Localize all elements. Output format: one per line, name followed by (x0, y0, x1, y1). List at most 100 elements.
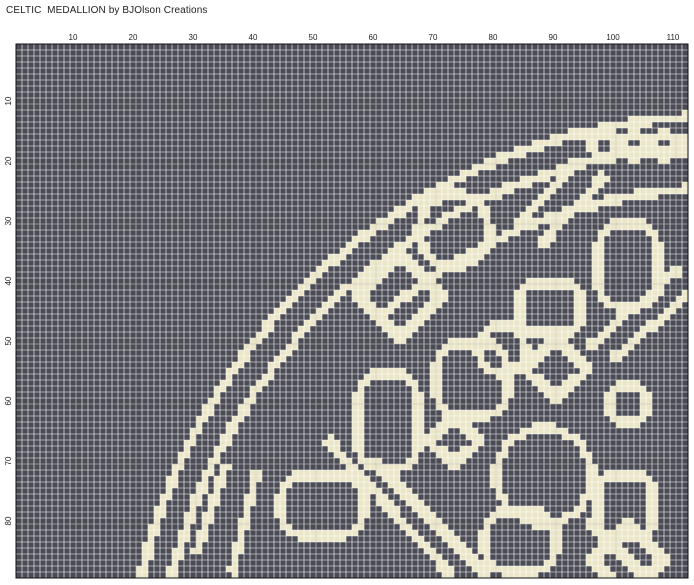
open-cell (574, 206, 580, 212)
open-cell (442, 260, 448, 266)
open-cell (412, 446, 418, 452)
open-cell (196, 548, 202, 554)
open-cell (478, 440, 484, 446)
open-cell (592, 128, 598, 134)
open-cell (538, 146, 544, 152)
open-cell (196, 422, 202, 428)
open-cell (454, 464, 460, 470)
open-cell (436, 188, 442, 194)
open-cell (646, 512, 652, 518)
open-cell (526, 428, 532, 434)
open-cell (670, 134, 676, 140)
open-cell (502, 356, 508, 362)
open-cell (586, 188, 592, 194)
open-cell (574, 440, 580, 446)
open-cell (430, 512, 436, 518)
open-cell (514, 146, 520, 152)
open-cell (418, 542, 424, 548)
open-cell (358, 416, 364, 422)
open-cell (658, 314, 664, 320)
open-cell (634, 122, 640, 128)
open-cell (436, 566, 442, 572)
open-cell (598, 290, 604, 296)
open-cell (556, 392, 562, 398)
open-cell (628, 194, 634, 200)
open-cell (568, 158, 574, 164)
open-cell (520, 434, 526, 440)
open-cell (604, 296, 610, 302)
open-cell (496, 452, 502, 458)
open-cell (316, 272, 322, 278)
open-cell (478, 206, 484, 212)
open-cell (334, 452, 340, 458)
open-cell (406, 464, 412, 470)
open-cell (232, 416, 238, 422)
open-cell (532, 146, 538, 152)
open-cell (436, 284, 442, 290)
open-cell (436, 554, 442, 560)
open-cell (514, 290, 520, 296)
open-cell (610, 320, 616, 326)
open-cell (154, 512, 160, 518)
open-cell (592, 260, 598, 266)
open-cell (622, 536, 628, 542)
open-cell (244, 518, 250, 524)
open-cell (634, 524, 640, 530)
open-cell (274, 506, 280, 512)
open-cell (214, 476, 220, 482)
open-cell (586, 476, 592, 482)
open-cell (622, 224, 628, 230)
open-cell (598, 170, 604, 176)
open-cell (628, 554, 634, 560)
open-cell (586, 146, 592, 152)
open-cell (412, 416, 418, 422)
open-cell (436, 218, 442, 224)
open-cell (514, 434, 520, 440)
open-cell (592, 476, 598, 482)
open-cell (526, 146, 532, 152)
open-cell (598, 134, 604, 140)
open-cell (148, 536, 154, 542)
open-cell (442, 458, 448, 464)
open-cell (322, 440, 328, 446)
open-cell (442, 266, 448, 272)
open-cell (520, 356, 526, 362)
open-cell (466, 170, 472, 176)
open-cell (664, 278, 670, 284)
open-cell (562, 428, 568, 434)
open-cell (646, 116, 652, 122)
open-cell (298, 332, 304, 338)
open-cell (448, 458, 454, 464)
open-cell (652, 524, 658, 530)
open-cell (412, 440, 418, 446)
open-cell (550, 398, 556, 404)
open-cell (448, 536, 454, 542)
open-cell (562, 326, 568, 332)
open-cell (268, 314, 274, 320)
open-cell (532, 362, 538, 368)
open-cell (376, 314, 382, 320)
open-cell (358, 290, 364, 296)
open-cell (400, 290, 406, 296)
open-cell (496, 506, 502, 512)
open-cell (592, 344, 598, 350)
open-cell (652, 134, 658, 140)
open-cell (202, 416, 208, 422)
open-cell (610, 200, 616, 206)
open-cell (142, 560, 148, 566)
open-cell (286, 482, 292, 488)
open-cell (676, 134, 682, 140)
open-cell (220, 446, 226, 452)
open-cell (562, 392, 568, 398)
open-cell (568, 128, 574, 134)
open-cell (550, 560, 556, 566)
open-cell (598, 284, 604, 290)
open-cell (574, 308, 580, 314)
open-cell (406, 206, 412, 212)
open-cell (382, 314, 388, 320)
open-cell (544, 176, 550, 182)
open-cell (442, 182, 448, 188)
open-cell (478, 248, 484, 254)
open-cell (640, 404, 646, 410)
open-cell (658, 116, 664, 122)
